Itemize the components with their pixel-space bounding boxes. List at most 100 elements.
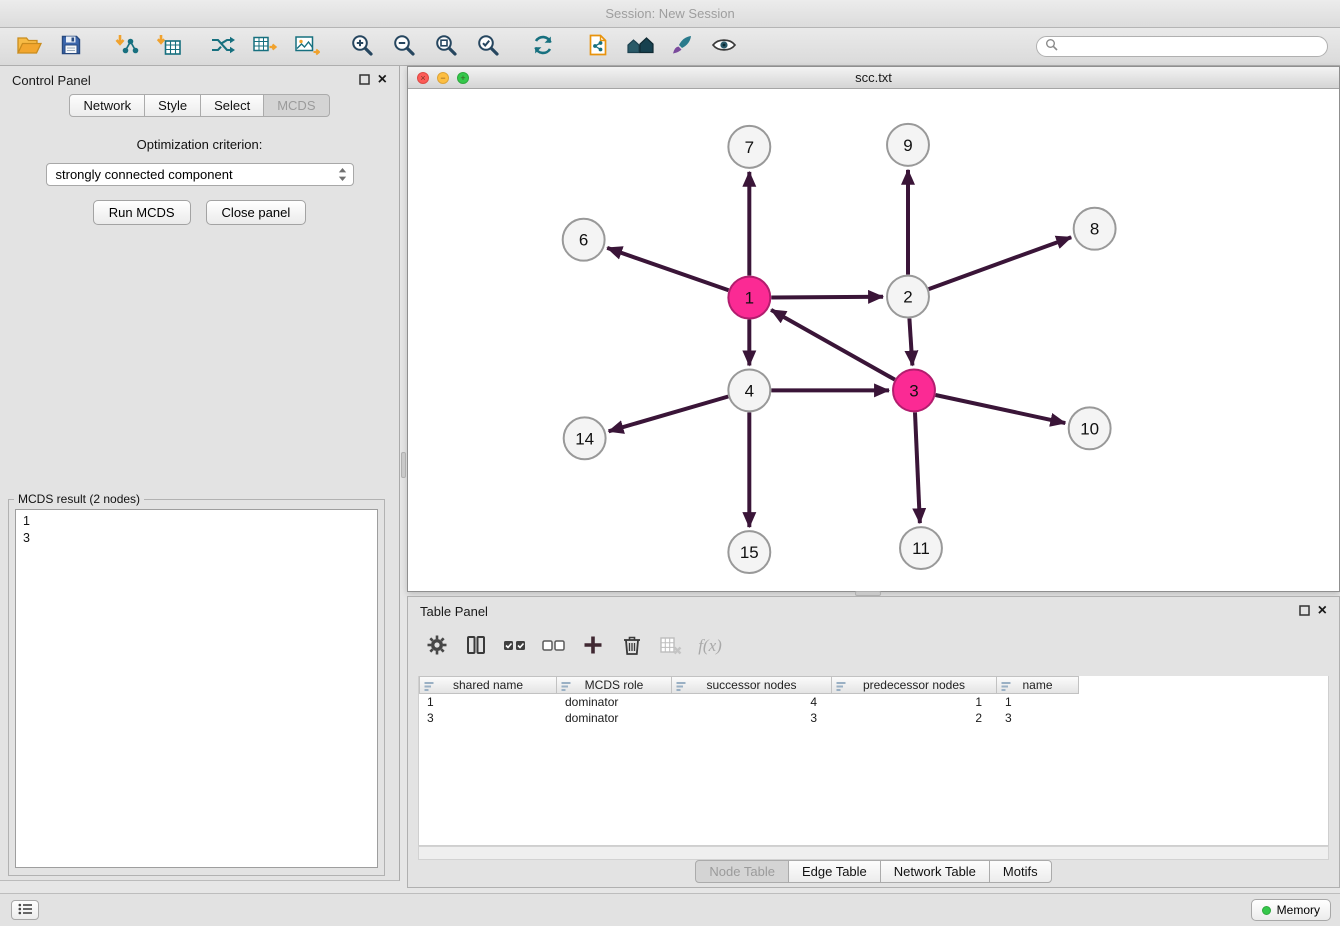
tab-select[interactable]: Select — [200, 94, 264, 117]
column-header-mcds-role[interactable]: MCDS role — [557, 676, 672, 694]
window-maximize-button[interactable]: + — [457, 72, 469, 84]
graph-node-15[interactable]: 15 — [728, 531, 770, 573]
trash-icon — [621, 634, 643, 659]
table-tab-network-table[interactable]: Network Table — [880, 860, 990, 883]
column-header-successor-nodes[interactable]: successor nodes — [672, 676, 832, 694]
zoom-fit-button[interactable] — [425, 30, 467, 64]
copy-document-button[interactable] — [577, 30, 619, 64]
graph-node-14[interactable]: 14 — [564, 417, 606, 459]
graph-node-8[interactable]: 8 — [1074, 208, 1116, 250]
network-graph[interactable]: 7 9 6 8 1 2 4 3 14 10 15 11 — [408, 89, 1339, 591]
memory-label: Memory — [1277, 903, 1320, 917]
svg-text:2: 2 — [903, 288, 912, 307]
import-table-button[interactable] — [147, 30, 189, 64]
node-table: shared nameMCDS rolesuccessor nodesprede… — [418, 676, 1329, 846]
table-settings-button[interactable] — [422, 632, 452, 660]
graph-edge-4-14[interactable] — [609, 396, 729, 431]
graph-node-7[interactable]: 7 — [728, 126, 770, 168]
control-panel: Control Panel × NetworkStyleSelectMCDS O… — [0, 66, 400, 881]
zoom-out-button[interactable] — [383, 30, 425, 64]
table-tab-node-table[interactable]: Node Table — [695, 860, 789, 883]
table-row[interactable]: 1dominator411 — [419, 694, 1328, 710]
graph-node-9[interactable]: 9 — [887, 124, 929, 166]
graph-edge-3-10[interactable] — [935, 395, 1065, 423]
mcds-result-box: MCDS result (2 nodes) 13 — [8, 492, 385, 876]
criterion-select[interactable]: strongly connected component — [46, 163, 354, 186]
table-cell: 3 — [419, 710, 557, 726]
add-column-button[interactable] — [578, 632, 608, 660]
vertical-splitter-grip[interactable] — [401, 452, 406, 478]
network-window-titlebar: × − + scc.txt — [408, 67, 1339, 89]
search-input[interactable] — [1063, 40, 1319, 54]
show-columns-button[interactable] — [461, 632, 491, 660]
refresh-view-button[interactable] — [522, 30, 564, 64]
graph-node-11[interactable]: 11 — [900, 527, 942, 569]
result-line: 3 — [23, 530, 370, 547]
graph-node-1[interactable]: 1 — [728, 277, 770, 319]
table-row[interactable]: 3dominator323 — [419, 710, 1328, 726]
zoom-selected-button[interactable] — [467, 30, 509, 64]
graph-node-2[interactable]: 2 — [887, 276, 929, 318]
window-minimize-button[interactable]: − — [437, 72, 449, 84]
table-horizontal-scrollbar[interactable] — [418, 846, 1329, 860]
graph-node-6[interactable]: 6 — [563, 219, 605, 261]
export-table-button[interactable] — [244, 30, 286, 64]
checked-boxes-icon — [503, 635, 527, 658]
task-history-button[interactable] — [11, 900, 39, 920]
graph-edge-3-1[interactable] — [771, 310, 895, 380]
save-session-button[interactable] — [50, 30, 92, 64]
tab-mcds[interactable]: MCDS — [263, 94, 329, 117]
table-cell: 4 — [672, 694, 832, 710]
table-panel: Table Panel × f(x) shared nameMCDS roles… — [407, 596, 1340, 888]
open-session-button[interactable] — [8, 30, 50, 64]
column-header-name[interactable]: name — [997, 676, 1079, 694]
network-canvas[interactable]: 7 9 6 8 1 2 4 3 14 10 15 11 — [408, 89, 1339, 591]
svg-text:8: 8 — [1090, 220, 1099, 239]
float-panel-icon[interactable] — [359, 73, 370, 88]
float-panel-icon[interactable] — [1299, 604, 1310, 619]
window-close-button[interactable]: × — [417, 72, 429, 84]
zoom-in-button[interactable] — [341, 30, 383, 64]
graph-edge-2-3[interactable] — [909, 319, 912, 366]
control-panel-tabs: NetworkStyleSelectMCDS — [0, 94, 399, 117]
run-mcds-button[interactable]: Run MCDS — [93, 200, 191, 225]
graph-node-3[interactable]: 3 — [893, 369, 935, 411]
apply-style-button[interactable] — [661, 30, 703, 64]
svg-text:14: 14 — [575, 429, 594, 448]
function-builder-button[interactable]: f(x) — [695, 632, 725, 660]
network-merge-button[interactable] — [202, 30, 244, 64]
tab-network[interactable]: Network — [69, 94, 145, 117]
graph-node-10[interactable]: 10 — [1069, 407, 1111, 449]
zoom-out-icon — [392, 33, 416, 60]
select-all-rows-button[interactable] — [500, 632, 530, 660]
mcds-result-list[interactable]: 13 — [15, 509, 378, 868]
application-window: Session: New Session Control Panel — [0, 0, 1340, 926]
mcds-result-title: MCDS result (2 nodes) — [14, 492, 144, 506]
table-tab-motifs[interactable]: Motifs — [989, 860, 1052, 883]
tab-style[interactable]: Style — [144, 94, 201, 117]
list-icon — [18, 903, 33, 918]
home-layout-button[interactable] — [619, 30, 661, 64]
import-network-button[interactable] — [105, 30, 147, 64]
graph-edge-1-2[interactable] — [771, 297, 883, 298]
memory-button[interactable]: Memory — [1251, 899, 1331, 921]
deselect-all-rows-button[interactable] — [539, 632, 569, 660]
table-cell: 3 — [672, 710, 832, 726]
close-panel-button[interactable]: Close panel — [206, 200, 307, 225]
window-titlebar: Session: New Session — [0, 0, 1340, 28]
graph-edge-3-11[interactable] — [915, 412, 920, 523]
column-header-shared-name[interactable]: shared name — [419, 676, 557, 694]
export-image-button[interactable] — [286, 30, 328, 64]
graph-edge-1-6[interactable] — [607, 248, 728, 290]
open-folder-icon — [16, 33, 43, 60]
column-header-predecessor-nodes[interactable]: predecessor nodes — [832, 676, 997, 694]
table-cell: 2 — [832, 710, 997, 726]
close-panel-icon[interactable]: × — [378, 72, 387, 88]
delete-column-button[interactable] — [656, 632, 686, 660]
graph-edge-2-8[interactable] — [929, 237, 1072, 289]
graph-node-4[interactable]: 4 — [728, 369, 770, 411]
delete-rows-button[interactable] — [617, 632, 647, 660]
show-hide-button[interactable] — [703, 30, 745, 64]
close-panel-icon[interactable]: × — [1318, 603, 1327, 619]
table-tab-edge-table[interactable]: Edge Table — [788, 860, 881, 883]
